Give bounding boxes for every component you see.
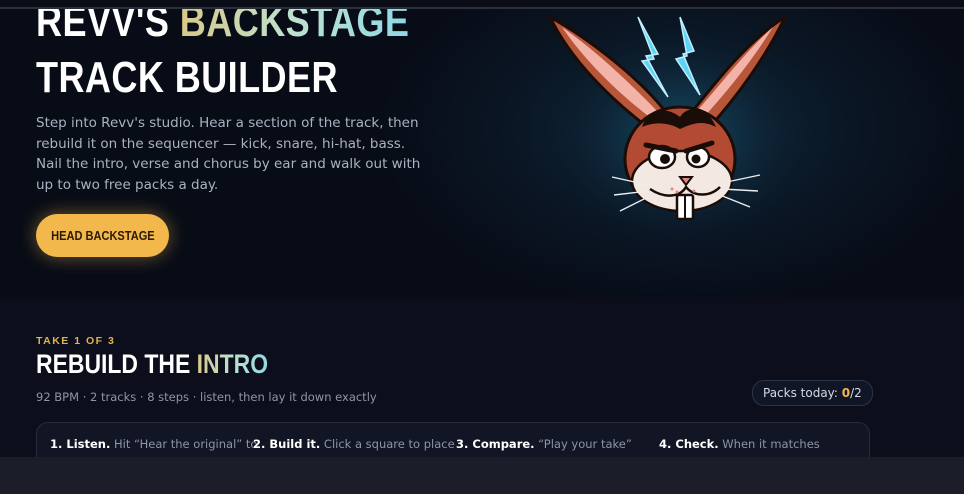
take-section: TAKE 1 OF 3 REBUILD THE INTRO 92 BPM · 2… (0, 297, 964, 474)
hero-title-line2: TRACK BUILDER (36, 53, 338, 102)
bottom-bar (0, 457, 964, 494)
packs-today-badge: Packs today: 0/2 (752, 380, 873, 406)
step-text: “Play your take” (534, 437, 632, 451)
step-text: When it matches (718, 437, 820, 451)
step-listen: 1. Listen. Hit “Hear the original” to (50, 437, 257, 451)
section-title: REBUILD THE INTRO (36, 349, 268, 380)
packs-total: /2 (850, 386, 862, 400)
page: REVV'S BACKSTAGE TRACK BUILDER Step into… (0, 0, 964, 494)
hero-title-highlight: BACKSTAGE (180, 9, 410, 46)
step-check: 4. Check. When it matches (659, 437, 820, 451)
head-backstage-label: HEAD BACKSTAGE (50, 228, 155, 243)
hero-title-line1: REVV'S BACKSTAGE (36, 9, 409, 47)
section-title-prefix: REBUILD THE (36, 349, 197, 379)
step-title: 4. Check. (659, 437, 719, 451)
track-info: 92 BPM · 2 tracks · 8 steps · listen, th… (36, 390, 377, 404)
step-title: 1. Listen. (50, 437, 111, 451)
step-build: 2. Build it. Click a square to place (253, 437, 455, 451)
step-title: 3. Compare. (456, 437, 535, 451)
step-title: 2. Build it. (253, 437, 321, 451)
head-backstage-button[interactable]: HEAD BACKSTAGE (36, 214, 169, 257)
packs-used-count: 0 (841, 386, 851, 400)
hero-title-prefix: REVV'S (36, 9, 180, 46)
step-text: Hit “Hear the original” to (110, 437, 258, 451)
hero-section: REVV'S BACKSTAGE TRACK BUILDER Step into… (0, 9, 964, 297)
take-counter: TAKE 1 OF 3 (36, 335, 116, 347)
step-text: Click a square to place (320, 437, 455, 451)
hero-description: Step into Revv's studio. Hear a section … (36, 115, 421, 193)
rabbit-mascot-icon (546, 12, 800, 249)
section-title-highlight: INTRO (196, 349, 269, 379)
step-compare: 3. Compare. “Play your take” (456, 437, 632, 451)
packs-label: Packs today: (763, 386, 842, 400)
